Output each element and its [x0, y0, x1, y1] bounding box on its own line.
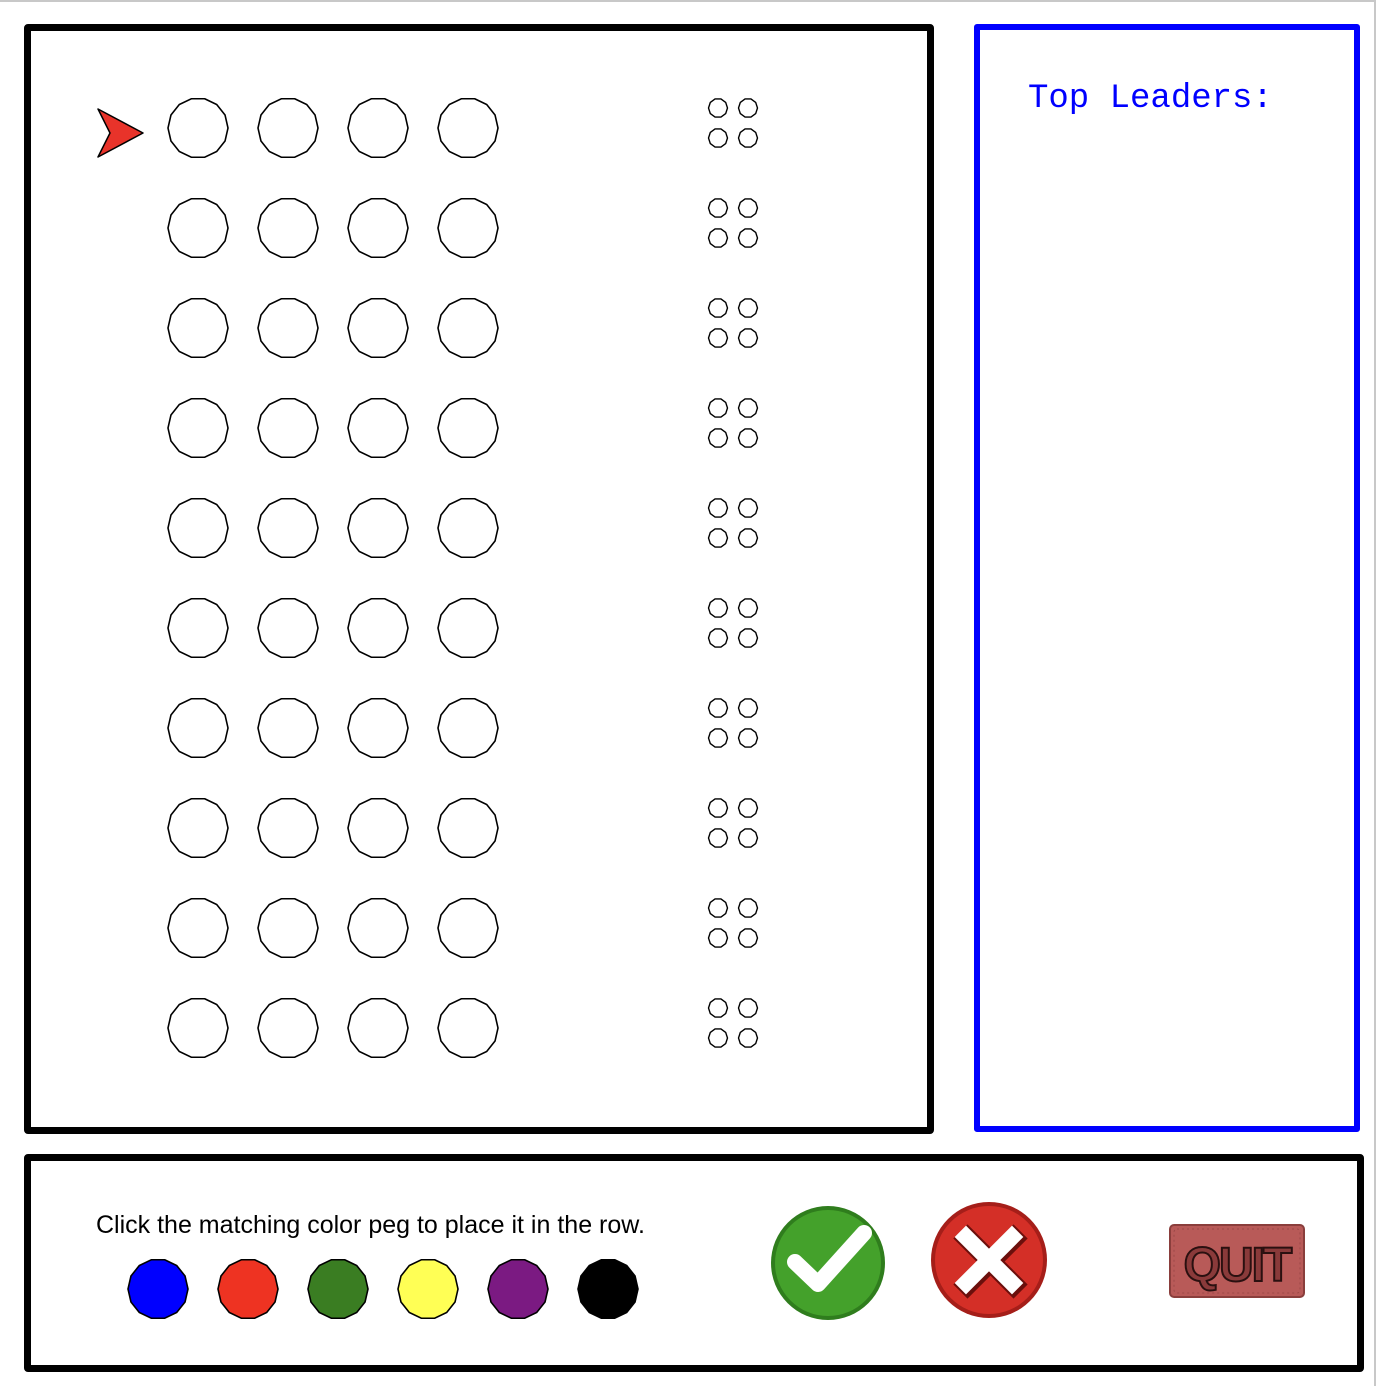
palette-peg-blue[interactable] [127, 1258, 189, 1320]
palette-peg-red[interactable] [217, 1258, 279, 1320]
palette-peg-black[interactable] [577, 1258, 639, 1320]
quit-label: QUIT [1184, 1239, 1292, 1292]
quit-button-graphic: QUIT [1169, 1224, 1305, 1298]
clear-button[interactable] [931, 1202, 1047, 1318]
palette-peg-yellow[interactable] [397, 1258, 459, 1320]
controls-panel: Click the matching color peg to place it… [24, 1154, 1364, 1372]
quit-button[interactable]: QUIT [1168, 1223, 1306, 1299]
palette-peg-purple[interactable] [487, 1258, 549, 1320]
palette-peg-green[interactable] [307, 1258, 369, 1320]
controls-canvas [127, 1202, 1047, 1320]
submit-button[interactable] [771, 1206, 885, 1320]
